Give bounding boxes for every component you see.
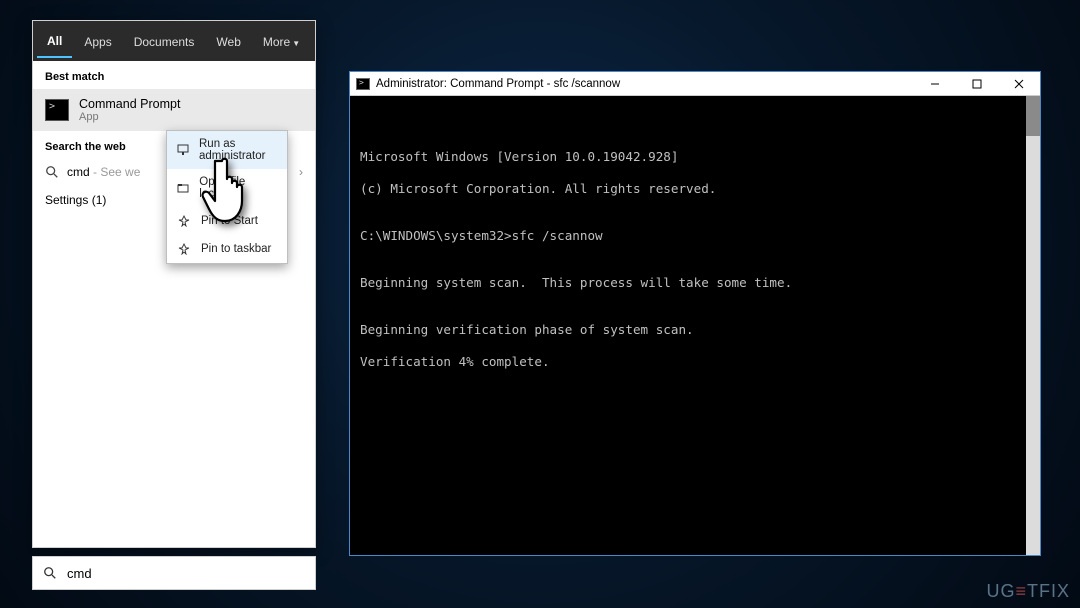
- term-line: Microsoft Windows [Version 10.0.19042.92…: [360, 149, 1030, 165]
- hand-cursor-icon: [200, 155, 260, 227]
- close-button[interactable]: [998, 72, 1040, 96]
- web-query: cmd: [67, 165, 90, 179]
- scrollbar-track[interactable]: [1026, 96, 1040, 555]
- window-title: Administrator: Command Prompt - sfc /sca…: [376, 78, 620, 90]
- tab-apps[interactable]: Apps: [74, 25, 121, 57]
- maximize-button[interactable]: [956, 72, 998, 96]
- context-label: Pin to taskbar: [201, 243, 271, 255]
- shield-icon: [177, 143, 189, 157]
- result-title: Command Prompt: [79, 97, 180, 111]
- best-match-label: Best match: [33, 61, 315, 89]
- context-pin-to-taskbar[interactable]: Pin to taskbar: [167, 235, 287, 263]
- result-text: Command Prompt App: [79, 97, 180, 123]
- term-line: Beginning system scan. This process will…: [360, 275, 1030, 291]
- tab-more-label: More: [263, 35, 290, 49]
- chevron-right-icon: ›: [299, 165, 303, 179]
- brand-part-a: UG: [986, 581, 1015, 601]
- cmd-icon: [356, 78, 370, 90]
- pin-icon: [177, 242, 191, 256]
- terminal-output[interactable]: Microsoft Windows [Version 10.0.19042.92…: [350, 96, 1040, 555]
- term-line: (c) Microsoft Corporation. All rights re…: [360, 181, 1030, 197]
- cmd-icon: [45, 99, 69, 121]
- command-prompt-window: Administrator: Command Prompt - sfc /sca…: [349, 71, 1041, 556]
- brand-part-eq: ≡: [1015, 581, 1027, 601]
- maximize-icon: [972, 79, 982, 89]
- tab-more[interactable]: More▼: [253, 25, 310, 57]
- minimize-button[interactable]: [914, 72, 956, 96]
- taskbar-search-box[interactable]: [32, 556, 316, 590]
- search-icon: [43, 566, 57, 580]
- brand-part-b: TFIX: [1027, 581, 1070, 601]
- scrollbar-thumb[interactable]: [1026, 96, 1040, 136]
- chevron-down-icon: ▼: [292, 39, 300, 48]
- term-line: C:\WINDOWS\system32>sfc /scannow: [360, 228, 1030, 244]
- tab-all[interactable]: All: [37, 24, 72, 58]
- search-icon: [45, 165, 59, 179]
- search-result-command-prompt[interactable]: Command Prompt App: [33, 89, 315, 131]
- pin-icon: [177, 214, 191, 228]
- titlebar[interactable]: Administrator: Command Prompt - sfc /sca…: [350, 72, 1040, 96]
- window-controls: [914, 72, 1040, 96]
- folder-icon: [177, 181, 189, 195]
- close-icon: [1014, 79, 1024, 89]
- web-hint: - See we: [90, 165, 141, 179]
- minimize-icon: [930, 79, 940, 89]
- search-tabs: All Apps Documents Web More▼: [33, 21, 315, 61]
- term-line: Verification 4% complete.: [360, 354, 1030, 370]
- result-subtitle: App: [79, 111, 180, 123]
- watermark: UG≡TFIX: [986, 581, 1070, 602]
- search-input[interactable]: [67, 566, 305, 581]
- start-search-panel: All Apps Documents Web More▼ Best match …: [32, 20, 316, 548]
- term-line: Beginning verification phase of system s…: [360, 322, 1030, 338]
- tab-documents[interactable]: Documents: [124, 25, 205, 57]
- tab-web[interactable]: Web: [206, 25, 250, 57]
